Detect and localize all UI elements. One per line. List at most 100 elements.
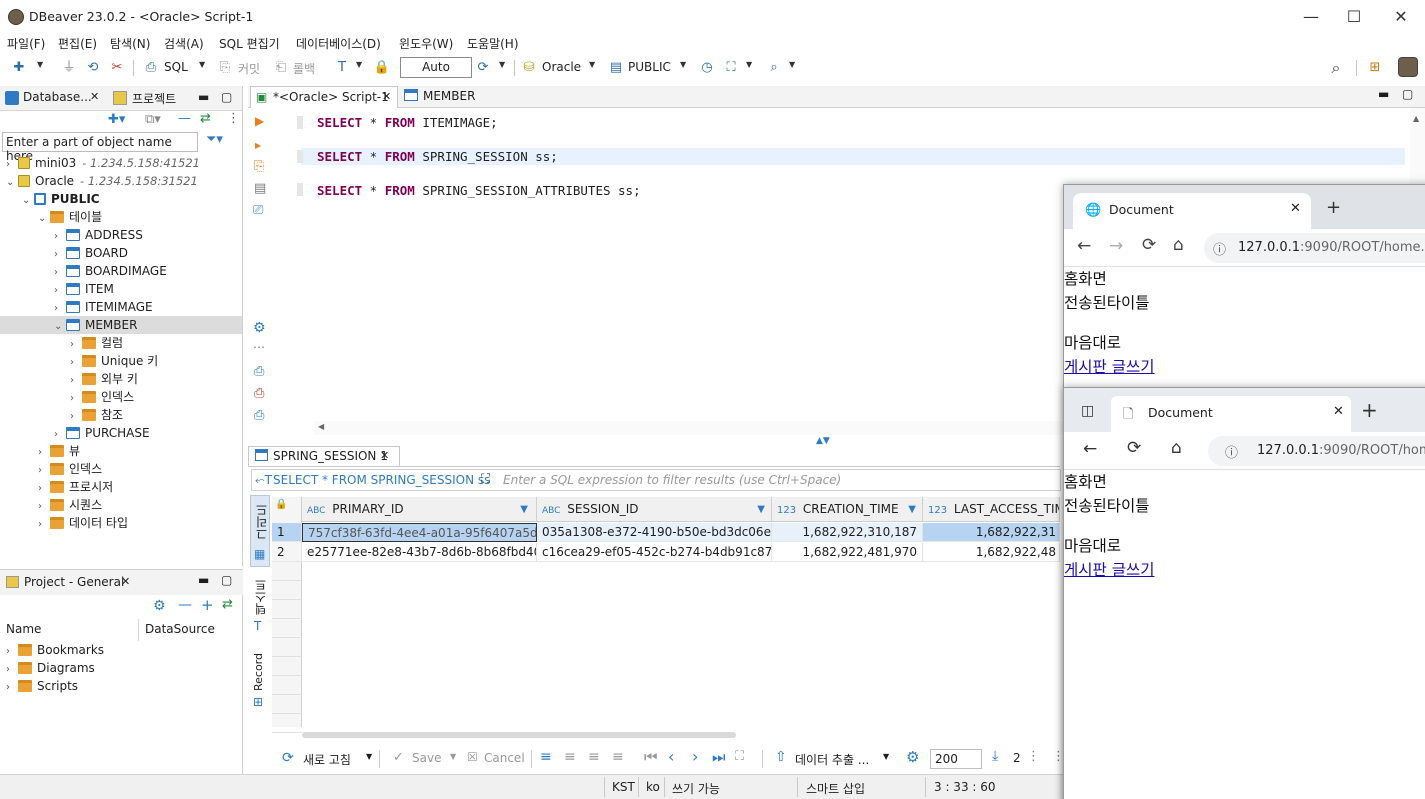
row-number[interactable]: 2 <box>272 543 302 562</box>
tree-item-item[interactable]: › ITEM <box>0 280 242 298</box>
more-options-icon[interactable]: ⋮ <box>1027 749 1040 764</box>
browser-tab-document[interactable]: 🌐 Document ✕ <box>1073 193 1311 229</box>
fetch-all-icon[interactable]: ⛶ <box>735 749 744 764</box>
expand-filter-icon[interactable]: ⛶ <box>481 472 490 487</box>
chevron-down-icon[interactable]: ▼ <box>746 60 752 69</box>
first-page-icon[interactable]: ⏮ <box>644 748 658 766</box>
transaction-mode-icon[interactable]: T <box>333 59 351 77</box>
copy-row-icon[interactable]: ≡ <box>588 749 600 765</box>
chevron-down-icon[interactable]: ▼ <box>789 60 795 69</box>
global-search-icon[interactable]: ⌕ <box>1327 59 1345 77</box>
new-tab-icon[interactable]: + <box>1326 197 1341 218</box>
menu-file[interactable]: 파일(F) <box>7 35 45 52</box>
chevron-down-icon[interactable]: ▼ <box>199 60 205 69</box>
column-header-creation-time[interactable]: 123 CREATION_TIME ▼ <box>772 497 923 522</box>
results-query-text[interactable]: SELECT * FROM SPRING_SESSION ss <box>273 473 490 487</box>
tree-item-mini03[interactable]: › mini03- 1.234.5.158:41521 <box>0 154 242 172</box>
chevron-down-icon[interactable]: ▼ <box>450 752 456 761</box>
back-icon[interactable]: ← <box>1077 236 1091 256</box>
tree-item-oracle[interactable]: ⌄ Oracle - 1.234.5.158:31521 <box>0 172 242 190</box>
address-bar[interactable]: ⓘ 127.0.0.1:9090/ROOT/home.do <box>1208 436 1425 466</box>
menu-edit[interactable]: 편집(E) <box>58 35 97 52</box>
tab-text-view[interactable]: 텍스트 T <box>250 575 270 637</box>
row-number[interactable]: 1 <box>272 523 302 542</box>
maximize-panel-icon[interactable]: ▢ <box>1402 87 1413 101</box>
reload-icon[interactable]: ⟳ <box>1142 235 1156 255</box>
tree-item-데이터-타입[interactable]: › 데이터 타입 <box>0 514 242 532</box>
project-item-diagrams[interactable]: › Diagrams <box>6 659 95 677</box>
tree-item-참조[interactable]: › 참조 <box>0 406 242 424</box>
reconnect-icon[interactable]: ⟲ <box>84 59 102 77</box>
minimize-panel-icon[interactable]: ▬ <box>1378 87 1389 101</box>
connect-plug-icon[interactable]: ⏚ <box>60 59 78 77</box>
minimize-panel-icon[interactable]: ▬ <box>198 573 209 587</box>
import-script-icon[interactable]: ⎙ <box>254 386 264 401</box>
execute-new-tab-icon[interactable]: ▸ <box>255 138 261 152</box>
disconnect-icon[interactable]: ✂ <box>108 59 126 77</box>
back-icon[interactable]: ← <box>1083 439 1097 459</box>
edit-row-icon[interactable]: ≡ <box>540 749 552 765</box>
maximize-button[interactable]: ☐ <box>1334 6 1374 28</box>
more-options-icon[interactable]: ⋮ <box>227 111 240 126</box>
close-icon[interactable]: ✕ <box>90 90 99 103</box>
rollback-button[interactable]: 롤백 <box>293 60 315 77</box>
sync-icon[interactable]: ⇄ <box>200 111 211 126</box>
close-button[interactable]: ✕ <box>1381 6 1421 28</box>
sql-editor-icon[interactable]: ⎙ <box>142 59 160 77</box>
collapse-all-icon[interactable]: — <box>178 111 191 126</box>
tree-item-purchase[interactable]: › PURCHASE <box>0 424 242 442</box>
chevron-right-icon[interactable]: › <box>38 516 50 534</box>
tree-item-address[interactable]: › ADDRESS <box>0 226 242 244</box>
tree-item-테이블[interactable]: ⌄ 테이블 <box>0 208 242 226</box>
menu-help[interactable]: 도움말(H) <box>467 35 519 52</box>
datasource-selector[interactable]: Oracle <box>542 60 581 74</box>
navigator-filter-field[interactable]: Enter a part of object name here <box>2 132 198 163</box>
refresh-icon[interactable]: ⟳ <box>282 750 294 766</box>
tab-script-1[interactable]: ▣ *<Oracle> Script-1 ✕ <box>250 86 398 108</box>
add-row-icon[interactable]: ≡ <box>564 749 576 765</box>
tree-item-boardimage[interactable]: › BOARDIMAGE <box>0 262 242 280</box>
cell-session-id[interactable]: 035a1308-e372-4190-b50e-bd3dc06ecb2 <box>537 523 772 542</box>
address-bar[interactable]: ⓘ 127.0.0.1:9090/ROOT/home.do <box>1204 233 1425 263</box>
next-page-icon[interactable]: › <box>692 747 698 766</box>
cell-session-id[interactable]: c16cea29-ef05-452c-b274-b4db91c87f8c <box>537 543 772 562</box>
link-editor-icon[interactable]: ⧉▾ <box>145 112 161 127</box>
site-info-icon[interactable]: ⓘ <box>1213 239 1226 258</box>
close-icon[interactable]: ✕ <box>121 575 130 588</box>
tab-project-general[interactable]: Project - General <box>24 575 124 589</box>
dashboard-icon[interactable]: ◷ <box>698 59 716 77</box>
settings-gear-icon[interactable]: ⚙ <box>906 748 919 766</box>
forward-icon[interactable]: → <box>1109 236 1123 256</box>
execute-statement-icon[interactable]: ▶ <box>255 114 264 128</box>
column-header-primary-id[interactable]: ABC PRIMARY_ID ▼ <box>302 497 537 522</box>
sql-tools-icon[interactable]: ⛶ <box>722 59 740 77</box>
close-tab-icon[interactable]: ✕ <box>1333 404 1344 419</box>
chevron-down-icon[interactable]: ▼ <box>589 60 595 69</box>
filter-expression-input[interactable]: Enter a SQL expression to filter results… <box>503 473 841 487</box>
execute-script-icon[interactable]: ⎘ <box>254 159 264 174</box>
cancel-button[interactable]: Cancel <box>484 751 525 765</box>
board-write-link[interactable]: 게시판 글쓰기 <box>1064 355 1155 377</box>
maximize-panel-icon[interactable]: ▢ <box>221 573 232 587</box>
tab-projects[interactable]: 프로젝트 <box>132 90 176 107</box>
browser-tab-document[interactable]: 🗋 Document ✕ <box>1111 396 1351 432</box>
chevron-down-icon[interactable]: ▼ <box>883 752 889 761</box>
sql-button[interactable]: SQL <box>164 60 188 74</box>
delete-row-icon[interactable]: ≡ <box>612 749 624 765</box>
export-script-icon[interactable]: ⎙ <box>254 364 264 379</box>
home-icon[interactable]: ⌂ <box>1171 438 1182 458</box>
menu-navigate[interactable]: 탐색(N) <box>110 35 150 52</box>
tree-item-public[interactable]: ⌄ PUBLIC <box>0 190 242 208</box>
menu-database[interactable]: 데이터베이스(D) <box>296 35 381 52</box>
history-icon[interactable]: ⟳ <box>474 59 492 77</box>
project-item-scripts[interactable]: › Scripts <box>6 677 78 695</box>
settings-gear-icon[interactable]: ⚙ <box>153 598 166 614</box>
explain-plan-icon[interactable]: ▤ <box>254 181 266 196</box>
tree-item-프로시저[interactable]: › 프로시저 <box>0 478 242 496</box>
panel-splitter-arrows-icon[interactable]: ▲▼ <box>816 436 830 446</box>
console-icon[interactable]: ⎚ <box>253 203 263 218</box>
tree-item-인덱스[interactable]: › 인덱스 <box>0 388 242 406</box>
lock-icon[interactable]: 🔒 <box>373 59 391 77</box>
export-icon[interactable]: ⇧ <box>775 749 787 765</box>
home-icon[interactable]: ⌂ <box>1173 235 1184 255</box>
